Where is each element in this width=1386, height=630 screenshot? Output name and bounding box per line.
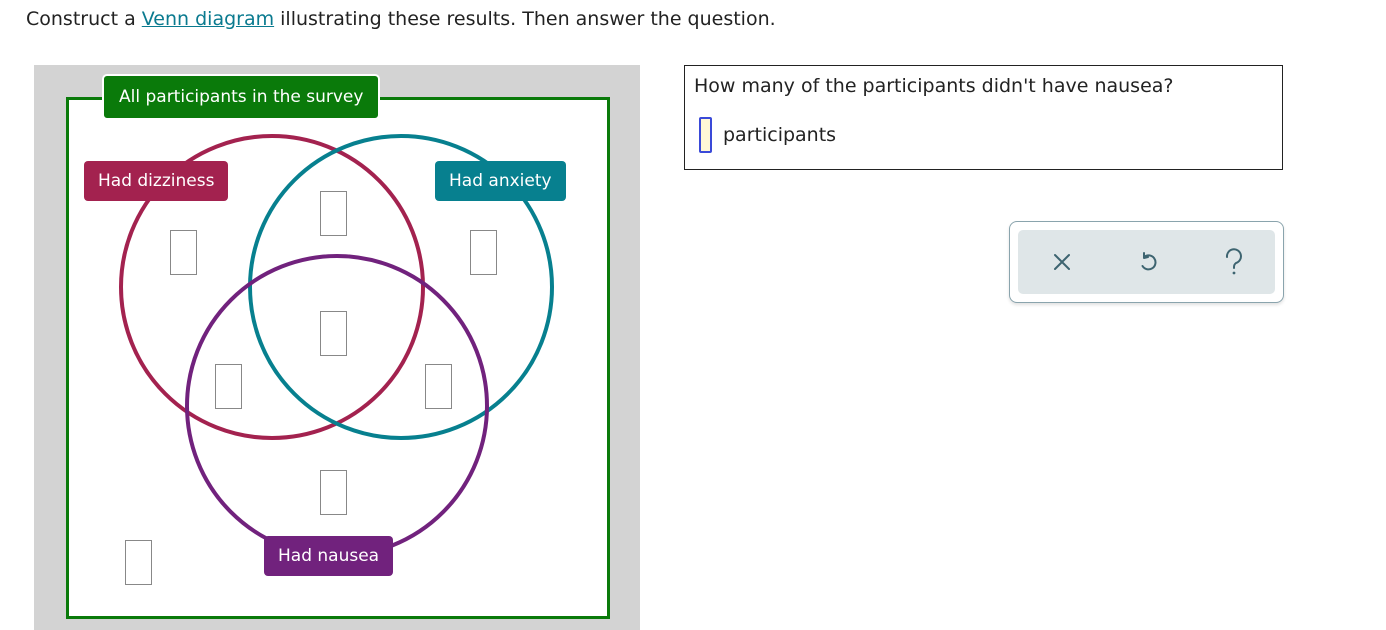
help-button[interactable]: [1214, 242, 1254, 282]
clear-button[interactable]: [1042, 242, 1082, 282]
region-none-input[interactable]: [125, 540, 152, 585]
close-icon: [1054, 254, 1070, 270]
help-icon: [1225, 248, 1242, 275]
region-dizziness-anxiety-input[interactable]: [320, 191, 347, 236]
question-box: How many of the participants didn't have…: [684, 65, 1283, 170]
dizziness-label: Had dizziness: [84, 161, 229, 201]
anxiety-label: Had anxiety: [435, 161, 566, 201]
undo-button[interactable]: [1128, 242, 1168, 282]
region-anxiety-only-input[interactable]: [470, 230, 497, 275]
answer-unit: participants: [723, 124, 837, 146]
region-dizziness-only-input[interactable]: [170, 230, 197, 275]
region-dizziness-nausea-input[interactable]: [215, 364, 242, 409]
region-all-three-input[interactable]: [320, 311, 347, 356]
nausea-label: Had nausea: [264, 536, 394, 576]
undo-icon: [1141, 252, 1157, 271]
instruction-prefix: Construct a: [26, 8, 142, 30]
venn-diagram-link[interactable]: Venn diagram: [142, 8, 274, 30]
question-text: How many of the participants didn't have…: [694, 75, 1174, 97]
answer-toolbar: [1009, 221, 1284, 303]
toolbar-inner: [1018, 230, 1275, 294]
instruction-suffix: illustrating these results. Then answer …: [274, 8, 776, 30]
universe-label: All participants in the survey: [102, 74, 381, 120]
region-nausea-only-input[interactable]: [320, 470, 347, 515]
answer-input[interactable]: [699, 117, 712, 153]
region-anxiety-nausea-input[interactable]: [425, 364, 452, 409]
instruction-text: Construct a Venn diagram illustrating th…: [26, 8, 776, 30]
